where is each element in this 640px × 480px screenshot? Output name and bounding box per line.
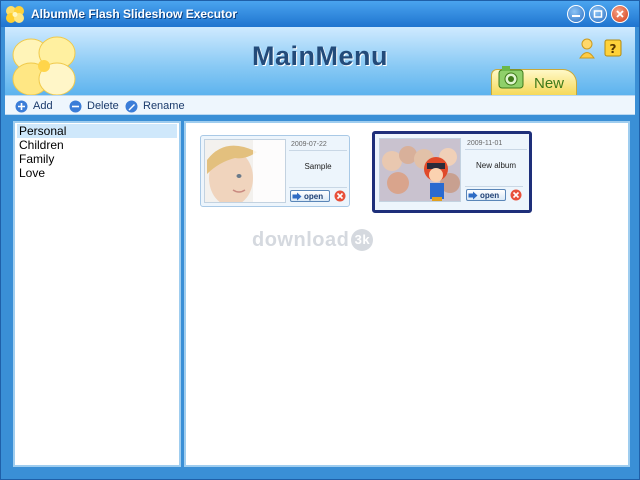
delete-label: Delete	[87, 100, 119, 112]
page-title: MainMenu	[252, 41, 388, 71]
album-actions: open	[289, 187, 347, 202]
app-window: AlbumMe Flash Slideshow Executor MainMen…	[0, 0, 640, 480]
add-button[interactable]: Add	[15, 98, 53, 114]
album-info: 2009-11-01 New album open	[465, 138, 527, 202]
delete-button[interactable]: Delete	[69, 98, 119, 114]
maximize-icon	[593, 10, 603, 18]
category-list: Personal Children Family Love	[13, 121, 181, 467]
category-item-family[interactable]: Family	[15, 152, 179, 166]
album-name: Sample	[304, 162, 332, 171]
open-label: open	[304, 191, 324, 201]
open-label: open	[480, 190, 500, 200]
album-card-new-album[interactable]: 2009-11-01 New album open	[372, 131, 532, 213]
watermark-text: download	[252, 229, 350, 251]
toolbar: Add Delete Rename	[5, 95, 635, 115]
arrow-right-icon	[292, 192, 302, 200]
album-actions: open	[465, 186, 523, 201]
svg-text:?: ?	[610, 42, 617, 56]
help-icon[interactable]: ?	[603, 37, 623, 59]
album-thumbnail[interactable]	[204, 139, 286, 203]
watermark: download 3k	[252, 229, 374, 252]
child-photo-image	[205, 140, 285, 202]
add-icon	[15, 100, 28, 112]
rename-button[interactable]: Rename	[125, 98, 185, 114]
album-card-sample[interactable]: 2009-07-22 Sample open	[200, 135, 350, 207]
add-label: Add	[33, 100, 53, 112]
new-tab-label: New	[534, 75, 565, 92]
category-item-personal[interactable]: Personal	[17, 124, 177, 138]
album-date: 2009-11-01	[465, 138, 527, 150]
watermark-badge: 3k	[351, 229, 374, 251]
close-icon	[616, 10, 624, 18]
category-item-love[interactable]: Love	[15, 166, 179, 180]
rename-icon	[125, 100, 138, 112]
minimize-icon	[572, 15, 580, 17]
category-item-children[interactable]: Children	[15, 138, 179, 152]
title-bar[interactable]: AlbumMe Flash Slideshow Executor	[1, 1, 639, 27]
open-album-button[interactable]: open	[290, 190, 330, 202]
new-album-tab[interactable]: New	[491, 66, 577, 95]
app-logo-icon	[6, 6, 24, 23]
album-thumbnail[interactable]	[379, 138, 461, 202]
delete-album-icon[interactable]	[510, 189, 522, 201]
window-title: AlbumMe Flash Slideshow Executor	[31, 7, 238, 21]
delete-icon	[69, 100, 82, 112]
album-name: New album	[475, 161, 516, 170]
close-button[interactable]	[611, 5, 629, 23]
album-info: 2009-07-22 Sample open	[289, 139, 347, 203]
album-date: 2009-07-22	[289, 139, 347, 151]
album-area: 2009-07-22 Sample open 2009-11-01 New al…	[184, 121, 630, 467]
arrow-right-icon	[468, 191, 478, 199]
maximize-button[interactable]	[589, 5, 607, 23]
camera-icon	[498, 66, 524, 89]
open-album-button[interactable]: open	[466, 189, 506, 201]
header-banner: MainMenu ? New	[5, 27, 635, 96]
user-icon[interactable]	[577, 37, 597, 59]
cartoon-collage-image	[380, 139, 460, 201]
delete-album-icon[interactable]	[334, 190, 346, 202]
minimize-button[interactable]	[567, 5, 585, 23]
rename-label: Rename	[143, 100, 185, 112]
